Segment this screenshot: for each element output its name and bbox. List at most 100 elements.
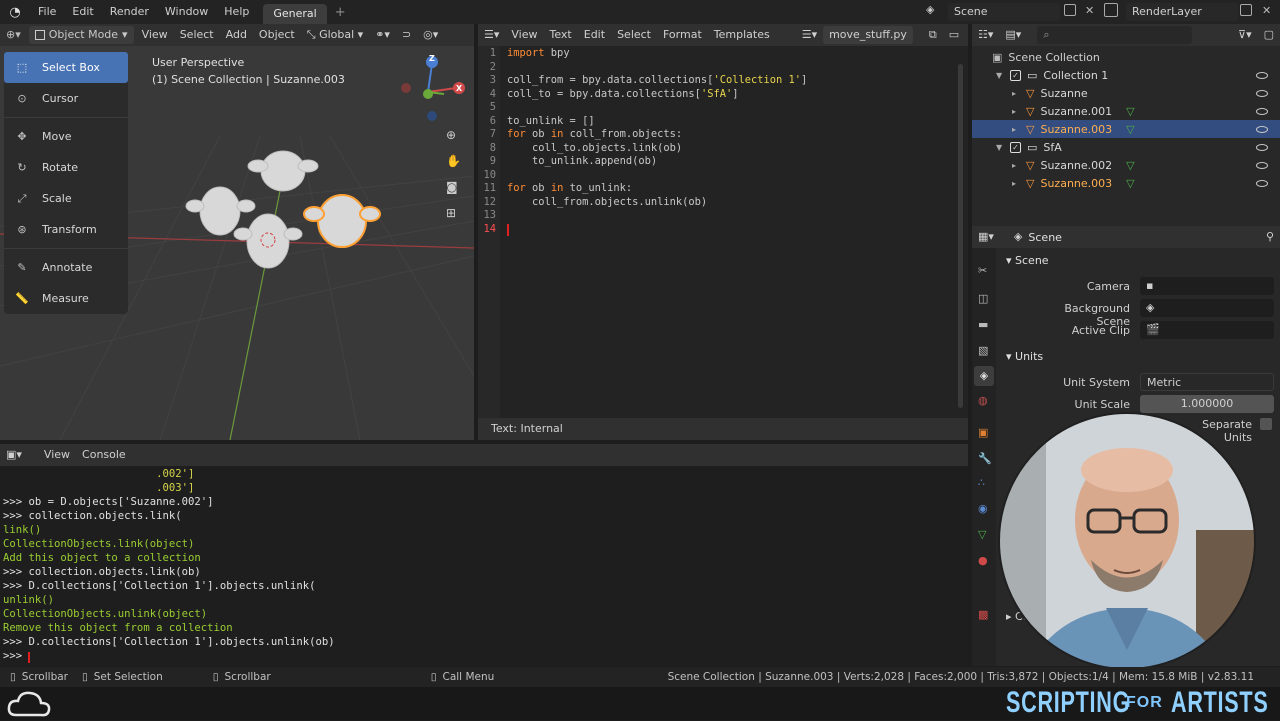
exclude-checkbox[interactable]: ✓ — [1010, 69, 1021, 81]
editor-type-console-icon[interactable]: ▣▾ — [0, 444, 28, 466]
add-workspace-button[interactable]: + — [335, 5, 346, 20]
expand-arrow-icon[interactable]: ▸ — [1012, 179, 1026, 188]
visibility-eye-icon[interactable] — [1256, 107, 1268, 115]
tool-measure[interactable]: 📏 Measure — [4, 283, 128, 314]
output-tab-icon[interactable]: ▬ — [978, 318, 988, 331]
visibility-eye-icon[interactable] — [1256, 161, 1268, 169]
particles-tab-icon[interactable]: ∴ — [978, 476, 985, 489]
remove-view-layer-icon[interactable]: ✕ — [1262, 4, 1271, 17]
new-scene-icon[interactable] — [1064, 4, 1076, 16]
expand-arrow-icon[interactable]: ▼ — [996, 71, 1010, 80]
expand-arrow-icon[interactable]: ▼ — [996, 143, 1010, 152]
outliner-object-row[interactable]: ▸ ▽ Suzanne.002 ▽ — [972, 156, 1280, 174]
tool-select-box[interactable]: ⬚ Select Box — [4, 52, 128, 83]
menu-render[interactable]: Render — [102, 0, 157, 24]
text-menu-select[interactable]: Select — [611, 24, 657, 46]
render-tab-icon[interactable]: ◫ — [978, 292, 988, 305]
new-view-layer-icon[interactable] — [1240, 4, 1252, 16]
outliner-object-row[interactable]: ▸ ▽ Suzanne.003 ▽ — [972, 174, 1280, 192]
text-filename[interactable]: move_stuff.py — [823, 26, 913, 44]
scene-selector[interactable]: Scene — [948, 3, 1060, 21]
remove-scene-icon[interactable]: ✕ — [1085, 4, 1094, 17]
workspace-tab-general[interactable]: General — [263, 4, 327, 24]
grid-icon[interactable]: ⊞ — [446, 206, 456, 220]
text-menu-format[interactable]: Format — [657, 24, 708, 46]
tool-annotate[interactable]: ✎ Annotate — [4, 252, 128, 283]
viewport-menu-select[interactable]: Select — [174, 24, 220, 46]
menu-help[interactable]: Help — [216, 0, 257, 24]
visibility-eye-icon[interactable] — [1256, 125, 1268, 133]
new-collection-icon[interactable]: ▢ — [1258, 24, 1280, 46]
tool-rotate[interactable]: ↻ Rotate — [4, 152, 128, 183]
text-menu-edit[interactable]: Edit — [578, 24, 611, 46]
data-tab-icon[interactable]: ▽ — [978, 528, 986, 541]
mesh-data-icon[interactable]: ▽ — [1126, 159, 1134, 172]
filter-icon[interactable]: ⊽▾ — [1232, 24, 1258, 46]
outliner-collection-row[interactable]: ▼ ✓ ▭ SfA — [972, 138, 1280, 156]
duplicate-text-icon[interactable]: ⧉ — [923, 24, 943, 46]
expand-arrow-icon[interactable]: ▸ — [1012, 89, 1026, 98]
exclude-checkbox[interactable]: ✓ — [1010, 141, 1021, 153]
open-folder-icon[interactable]: ▭ — [943, 24, 965, 46]
editor-type-properties-icon[interactable]: ▦▾ — [972, 226, 1000, 248]
text-datablock-icon[interactable]: ☰▾ — [796, 24, 823, 46]
tool-move[interactable]: ✥ Move — [4, 121, 128, 152]
visibility-eye-icon[interactable] — [1256, 71, 1268, 79]
object-tab-icon[interactable]: ▣ — [978, 426, 988, 439]
blender-logo-icon[interactable]: ◔ — [0, 5, 30, 20]
mode-dropdown[interactable]: Object Mode ▾ — [28, 26, 134, 44]
background-scene-field[interactable]: ◈ — [1140, 299, 1274, 317]
mesh-data-icon[interactable]: ▽ — [1126, 105, 1134, 118]
scene-icon[interactable]: ◈ — [926, 3, 944, 21]
text-menu-text[interactable]: Text — [544, 24, 578, 46]
camera-field[interactable]: ▪ — [1140, 277, 1274, 295]
expand-arrow-icon[interactable]: ▸ — [1012, 125, 1026, 134]
view-layer-icon[interactable] — [1104, 3, 1118, 17]
viewport-menu-add[interactable]: Add — [220, 24, 253, 46]
tool-scale[interactable]: ⤢ Scale — [4, 183, 128, 214]
editor-type-outliner-icon[interactable]: ☷▾ — [972, 24, 999, 46]
expand-arrow-icon[interactable]: ▸ — [1012, 107, 1026, 116]
menu-edit[interactable]: Edit — [64, 0, 101, 24]
pan-hand-icon[interactable]: ✋ — [446, 154, 461, 168]
unit-system-dropdown[interactable]: Metric — [1140, 373, 1274, 391]
visibility-eye-icon[interactable] — [1256, 179, 1268, 187]
text-menu-view[interactable]: View — [505, 24, 543, 46]
display-mode-icon[interactable]: ▤▾ — [999, 24, 1027, 46]
scene-tab-icon[interactable]: ◈ — [974, 366, 994, 386]
pin-icon[interactable]: ⚲ — [1260, 226, 1280, 248]
menu-window[interactable]: Window — [157, 0, 216, 24]
modifier-tab-icon[interactable]: 🔧 — [978, 452, 992, 465]
outliner-object-row[interactable]: ▸ ▽ Suzanne — [972, 84, 1280, 102]
text-menu-templates[interactable]: Templates — [708, 24, 776, 46]
console-menu-console[interactable]: Console — [76, 444, 132, 466]
visibility-eye-icon[interactable] — [1256, 143, 1268, 151]
scene-panel-header[interactable]: ▾ Scene — [1006, 254, 1049, 267]
view-layer-selector[interactable]: RenderLayer — [1126, 3, 1238, 21]
outliner-object-row[interactable]: ▸ ▽ Suzanne.001 ▽ — [972, 102, 1280, 120]
code-editor[interactable]: 1 2 3 4 5 6 7 8 9 10 11 12 13 14 import bpy coll_from… — [478, 46, 968, 418]
material-tab-icon[interactable]: ● — [978, 554, 988, 567]
tool-transform[interactable]: ⊛ Transform — [4, 214, 128, 245]
outliner-root[interactable]: ▣ Scene Collection — [972, 48, 1280, 66]
camera-icon[interactable]: ◙ — [446, 180, 458, 194]
transform-orientation-dropdown[interactable]: ⤡ Global ▾ — [301, 24, 369, 46]
zoom-icon[interactable]: ⊕ — [446, 128, 456, 142]
snap-icon[interactable]: ⊃ — [396, 24, 417, 46]
editor-scrollbar[interactable] — [958, 64, 963, 408]
menu-file[interactable]: File — [30, 0, 64, 24]
active-clip-field[interactable]: 🎬 — [1140, 321, 1274, 339]
separate-units-checkbox[interactable] — [1260, 418, 1272, 430]
proportional-edit-icon[interactable]: ◎▾ — [417, 24, 444, 46]
world-tab-icon[interactable]: ◍ — [978, 394, 988, 407]
python-console[interactable]: .002'] .003'] >>> ob = D.objects['Suzanne… — [0, 466, 968, 666]
outliner-collection-row[interactable]: ▼ ✓ ▭ Collection 1 — [972, 66, 1280, 84]
view-layer-tab-icon[interactable]: ▧ — [978, 344, 988, 357]
pivot-icon[interactable]: ⚭▾ — [369, 24, 396, 46]
outliner-search-input[interactable]: ⌕ — [1037, 26, 1193, 44]
editor-type-icon[interactable]: ⊕▾ — [0, 24, 27, 46]
viewport-menu-view[interactable]: View — [136, 24, 174, 46]
viewport-menu-object[interactable]: Object — [253, 24, 301, 46]
mesh-data-icon[interactable]: ▽ — [1126, 123, 1134, 136]
texture-tab-icon[interactable]: ▩ — [978, 608, 988, 621]
